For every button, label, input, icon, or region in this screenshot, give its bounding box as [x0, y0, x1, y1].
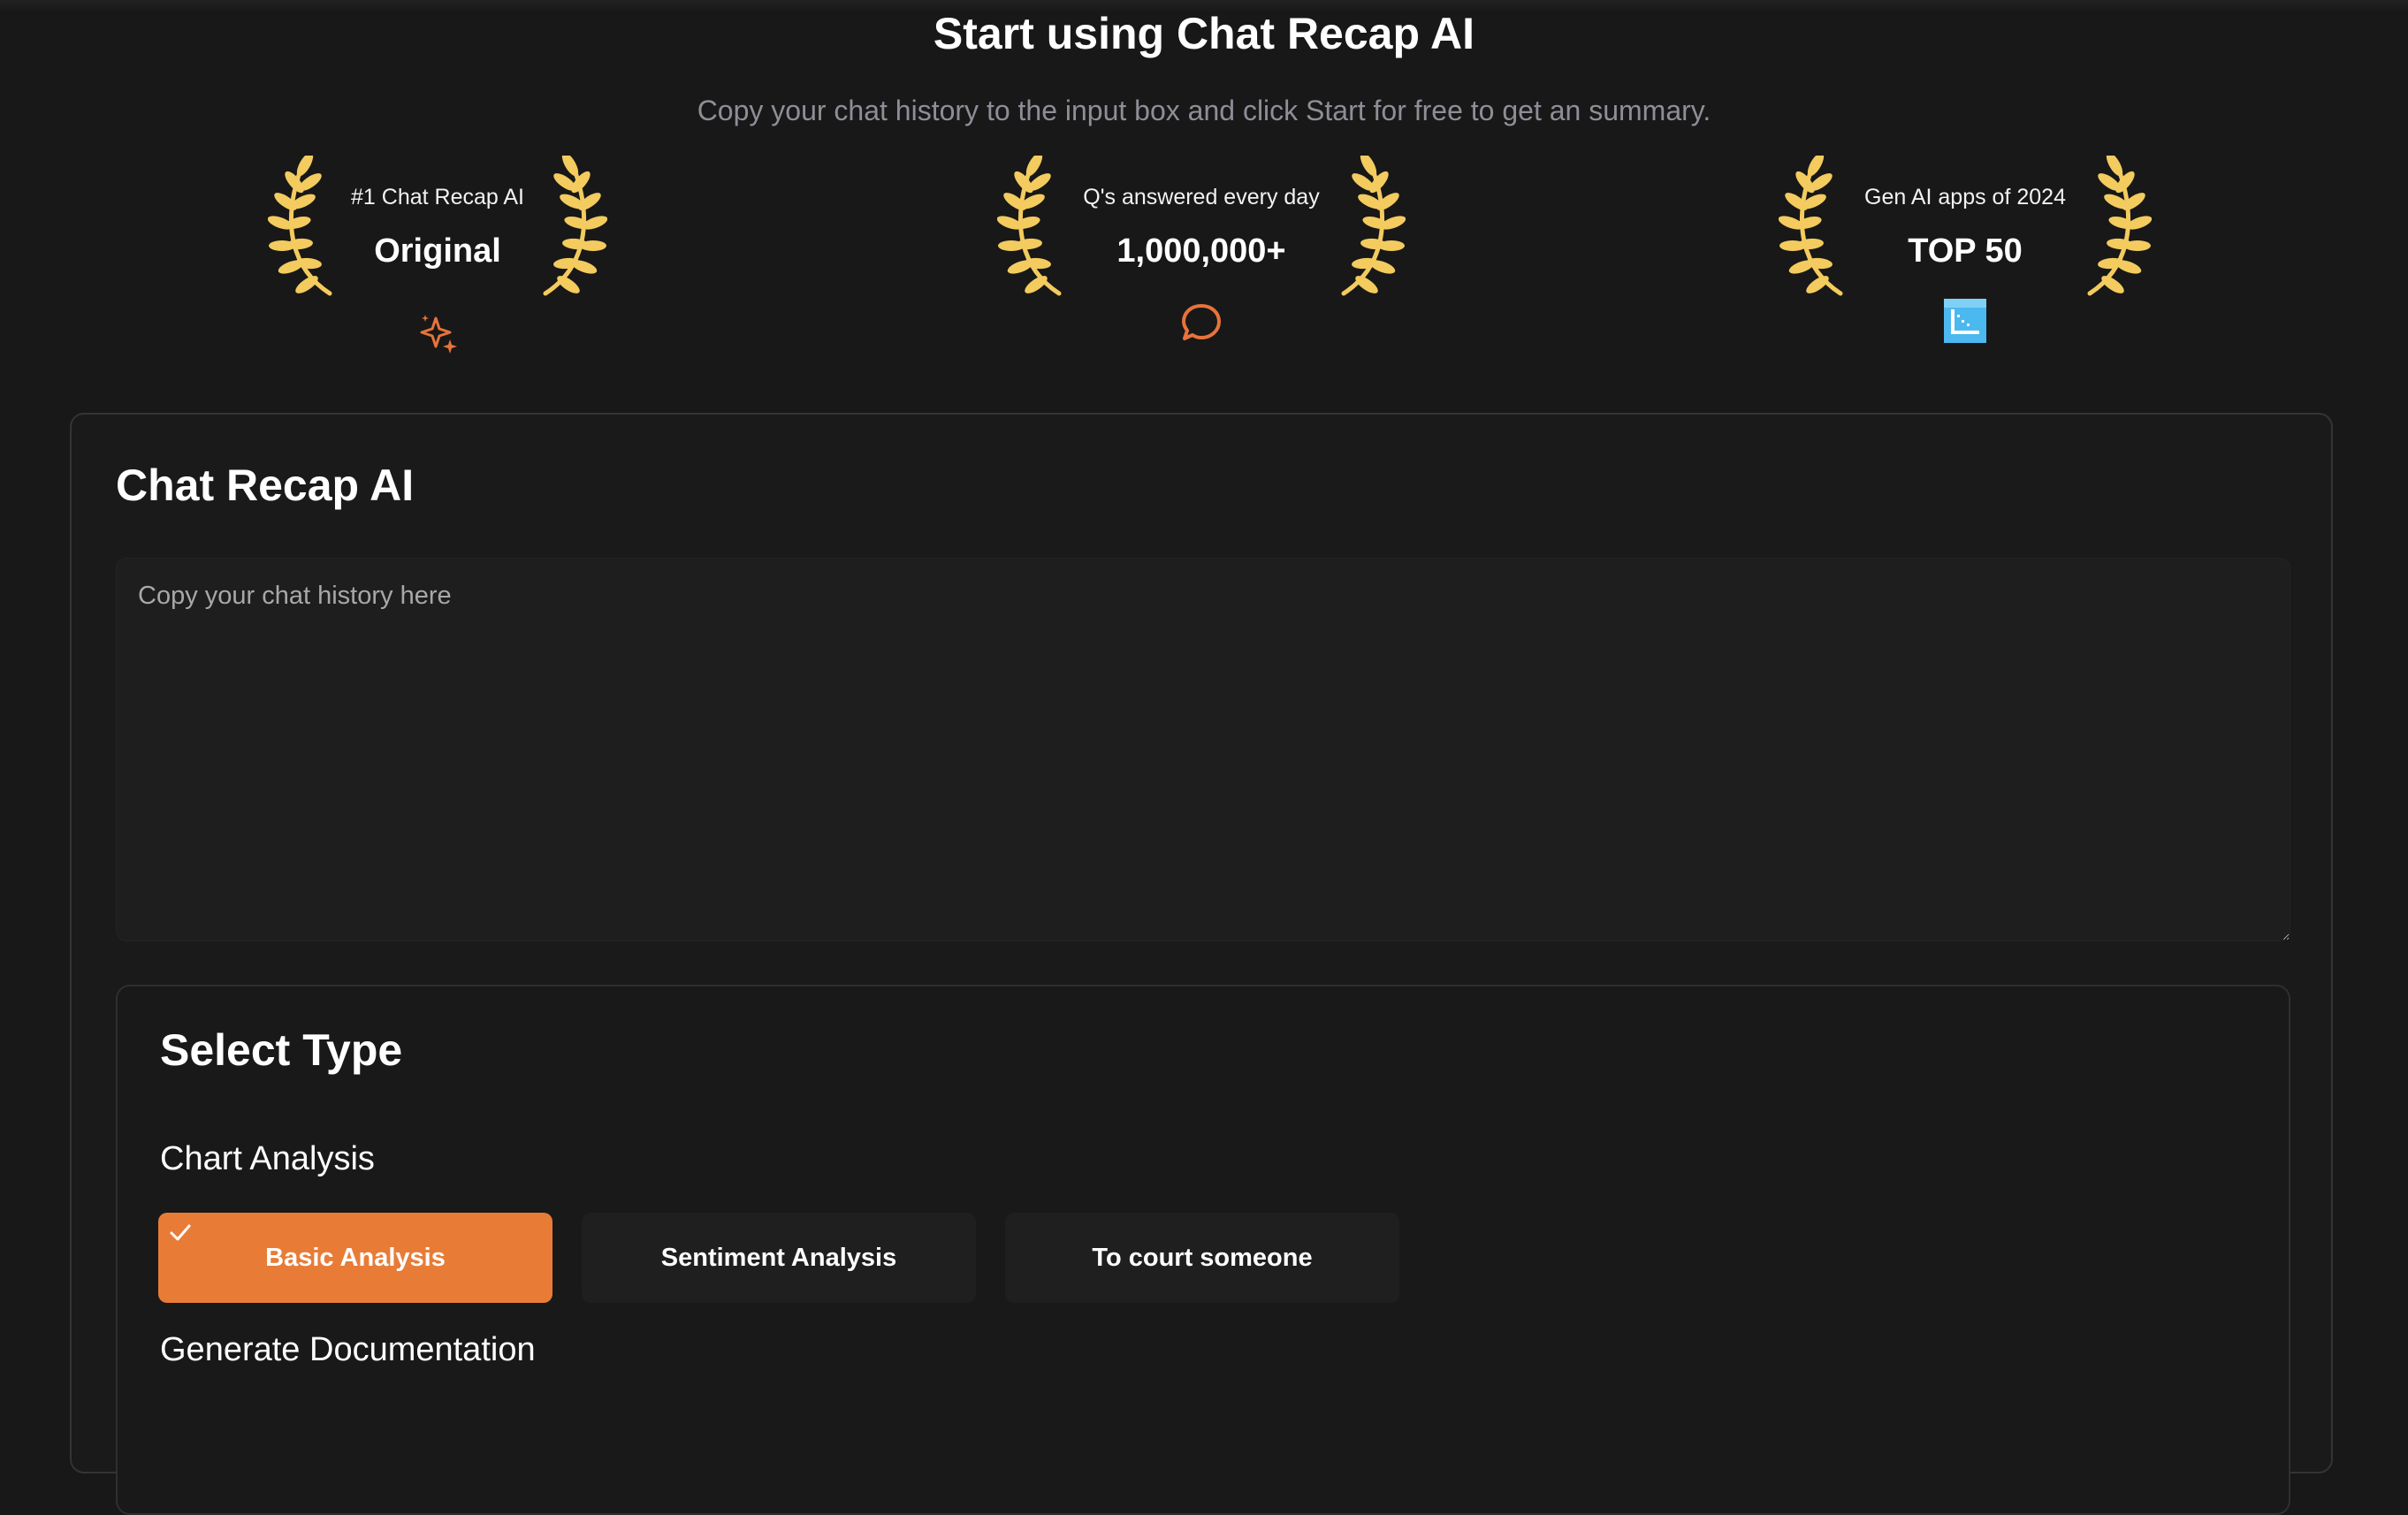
sentiment-analysis-option[interactable]: Sentiment Analysis	[582, 1213, 976, 1303]
option-label: Basic Analysis	[265, 1243, 446, 1272]
generate-documentation-label: Generate Documentation	[160, 1331, 536, 1368]
badge-answered: Q's answered every day 1,000,000+	[997, 156, 1406, 359]
chart-logo-icon	[1944, 299, 1986, 343]
laurel-left-icon	[1779, 156, 1858, 297]
chat-recap-card: Chat Recap AI Select Type Chart Analysis…	[70, 413, 2333, 1515]
badge-value: 1,000,000+	[1116, 232, 1286, 270]
chat-history-input[interactable]	[116, 558, 2290, 941]
badge-caption: Gen AI apps of 2024	[1864, 185, 2066, 209]
sparkle-icon	[420, 315, 457, 354]
laurel-right-icon	[2072, 156, 2152, 297]
badge-original: #1 Chat Recap AI Original	[268, 156, 607, 359]
check-icon	[170, 1224, 191, 1241]
hero-title: Start using Chat Recap AI	[933, 9, 1475, 58]
option-label: To court someone	[1092, 1243, 1313, 1272]
badge-caption: Q's answered every day	[1083, 185, 1320, 209]
badge-value: TOP 50	[1908, 232, 2023, 270]
chat-bubble-icon	[1182, 304, 1221, 340]
laurel-right-icon	[528, 156, 607, 297]
tool-title: Chat Recap AI	[116, 461, 415, 510]
badge-caption: #1 Chat Recap AI	[351, 185, 524, 209]
select-type-title: Select Type	[160, 1025, 403, 1075]
chart-analysis-label: Chart Analysis	[160, 1140, 375, 1177]
basic-analysis-option[interactable]: Basic Analysis	[158, 1213, 552, 1303]
badge-value: Original	[374, 232, 501, 270]
laurel-left-icon	[997, 156, 1077, 297]
hero-subtitle: Copy your chat history to the input box …	[697, 95, 1711, 126]
laurel-right-icon	[1326, 156, 1406, 297]
option-label: Sentiment Analysis	[660, 1243, 897, 1272]
badge-top50: Gen AI apps of 2024 TOP 50	[1779, 156, 2152, 359]
laurel-left-icon	[268, 156, 347, 297]
to-court-someone-option[interactable]: To court someone	[1005, 1213, 1399, 1303]
